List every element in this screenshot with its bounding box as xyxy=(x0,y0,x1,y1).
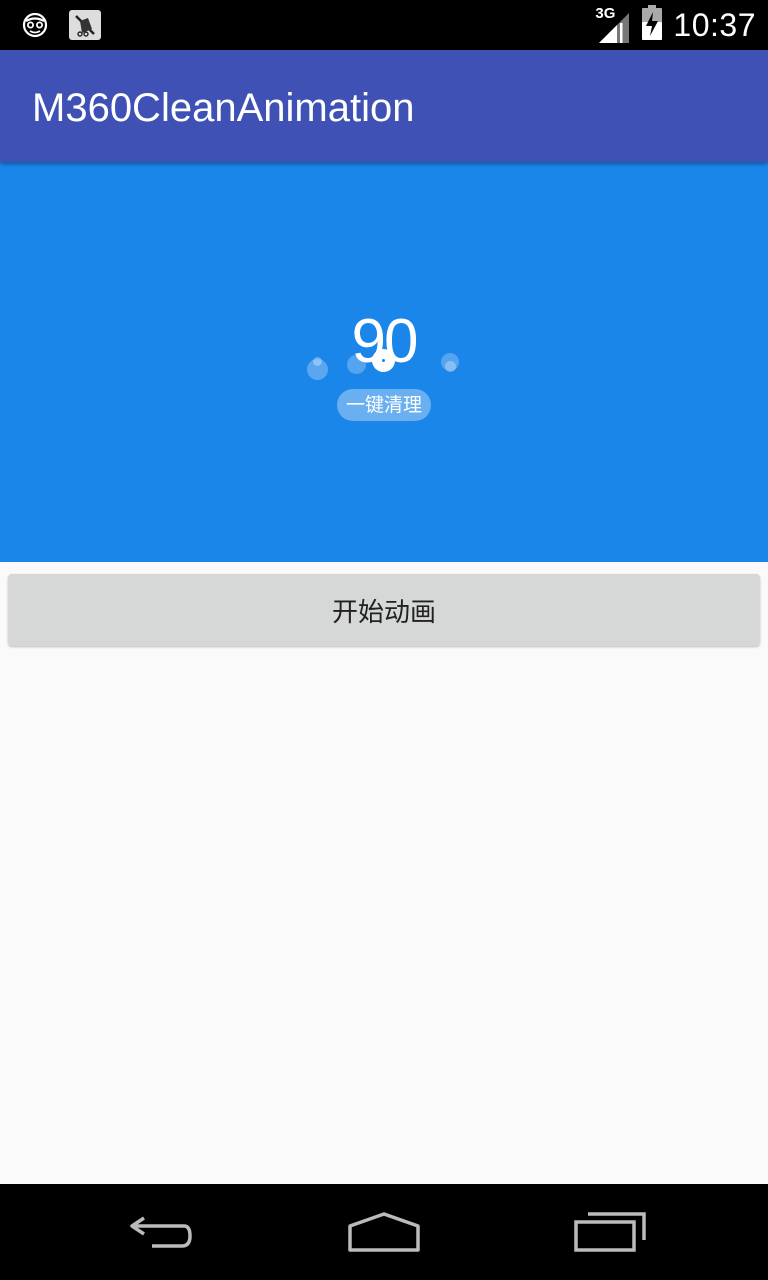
battery-charging-icon xyxy=(641,5,663,45)
recents-icon[interactable] xyxy=(570,1208,650,1256)
back-icon[interactable] xyxy=(120,1208,200,1256)
particle xyxy=(382,359,385,362)
status-time: 10:37 xyxy=(673,6,756,43)
one-click-clean-button[interactable]: 一键清理 xyxy=(337,389,431,421)
navigation-bar xyxy=(0,1184,768,1280)
clean-animation-view: 90 一键清理 xyxy=(0,162,768,562)
app-bar: M360CleanAnimation xyxy=(0,50,768,162)
home-icon[interactable] xyxy=(344,1208,424,1256)
particle xyxy=(445,361,456,372)
particle xyxy=(313,357,322,366)
signal-icon: 3G xyxy=(595,5,631,45)
app-title: M360CleanAnimation xyxy=(32,86,415,130)
particle xyxy=(347,355,366,374)
status-bar: 3G 10:37 xyxy=(0,0,768,50)
start-animation-button[interactable]: 开始动画 xyxy=(8,574,760,646)
incognito-face-icon xyxy=(20,10,50,44)
mute-notification-icon xyxy=(68,9,102,45)
